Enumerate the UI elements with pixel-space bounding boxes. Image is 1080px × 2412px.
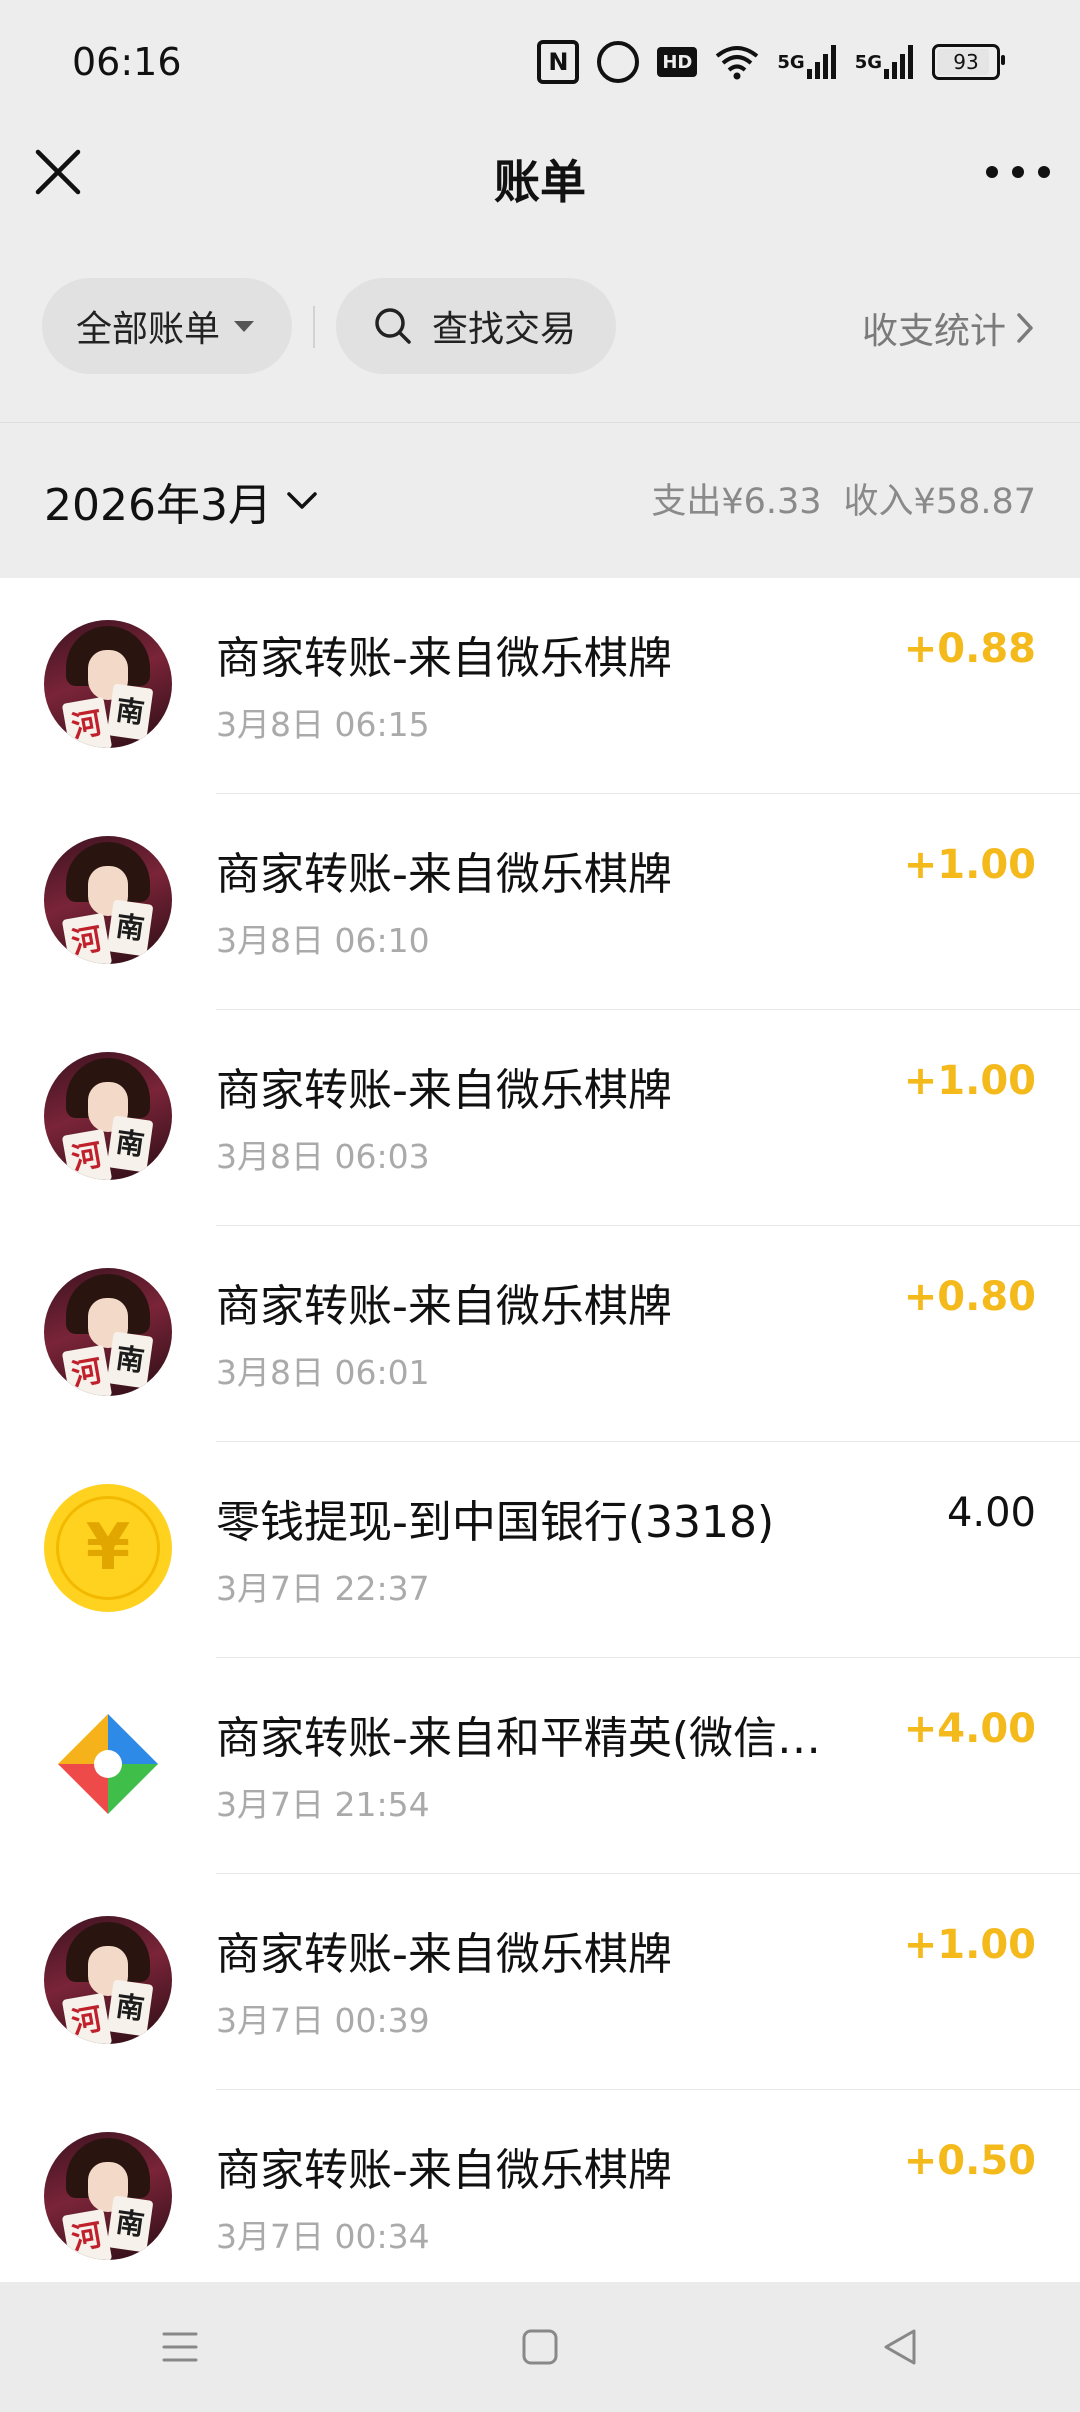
transaction-amount: 4.00 — [946, 1490, 1036, 1536]
transaction-amount: +4.00 — [903, 1706, 1036, 1752]
mahjong-tile-he: 河 — [61, 2208, 113, 2260]
transaction-amount: +1.00 — [903, 1922, 1036, 1968]
transaction-title: 零钱提现-到中国银行(3318) — [216, 1497, 775, 1548]
battery-icon: 93 — [932, 44, 1005, 80]
transaction-amount: +1.00 — [903, 1058, 1036, 1104]
transaction-date: 3月8日 06:10 — [216, 921, 430, 960]
transaction-amount: +0.80 — [903, 1274, 1036, 1320]
status-icons: N HD 5G 5G 93 — [537, 40, 1005, 84]
mahjong-tile-nan: 南 — [106, 2195, 154, 2253]
stats-label: 收支统计 — [861, 311, 1006, 352]
transaction-date: 3月7日 00:39 — [216, 2001, 430, 2040]
game-logo-icon — [44, 1700, 172, 1828]
mahjong-tile-he: 河 — [61, 1344, 113, 1396]
all-bills-dropdown[interactable]: 全部账单 — [42, 278, 292, 374]
mahjong-tile-nan: 南 — [106, 683, 154, 741]
month-selector[interactable]: 2026年3月 — [44, 469, 318, 533]
transaction-date: 3月7日 22:37 — [216, 1569, 430, 1608]
divider — [313, 306, 315, 348]
merchant-avatar-game: 河南 — [44, 2132, 172, 2260]
chevron-down-icon — [287, 492, 317, 509]
battery-level: 93 — [953, 50, 979, 74]
system-navigation-bar — [0, 2282, 1080, 2412]
transaction-date: 3月7日 00:34 — [216, 2217, 430, 2256]
mahjong-tile-he: 河 — [61, 1128, 113, 1180]
transaction-date: 3月7日 21:54 — [216, 1785, 430, 1824]
merchant-avatar-game: 河南 — [44, 1052, 172, 1180]
menu-icon[interactable] — [110, 2307, 250, 2387]
transaction-amount: +0.88 — [903, 626, 1036, 672]
month-label: 2026年3月 — [44, 480, 272, 531]
transaction-row[interactable]: 河南商家转账-来自微乐棋牌 3月8日 06:03 +1.00 — [0, 1010, 1080, 1226]
transaction-title: 商家转账-来自微乐棋牌 — [216, 849, 672, 900]
filter-bar: 全部账单 查找交易 收支统计 — [0, 278, 1080, 378]
month-totals: 支出¥6.33 收入¥58.87 — [651, 473, 1036, 524]
merchant-avatar-game: 河南 — [44, 1916, 172, 2044]
transaction-title: 商家转账-来自和平精英(微信… — [216, 1713, 822, 1764]
mahjong-tile-he: 河 — [61, 696, 113, 748]
transaction-date: 3月8日 06:15 — [216, 705, 430, 744]
search-icon — [375, 308, 411, 344]
mahjong-tile-nan: 南 — [106, 1331, 154, 1389]
home-square-icon[interactable] — [470, 2307, 610, 2387]
search-label: 查找交易 — [432, 309, 577, 350]
transaction-amount: +0.50 — [903, 2138, 1036, 2184]
transaction-date: 3月8日 06:03 — [216, 1137, 430, 1176]
yuan-coin-icon: ¥ — [44, 1484, 172, 1612]
merchant-avatar-game: 河南 — [44, 1268, 172, 1396]
nfc-icon: N — [537, 40, 580, 84]
transaction-list: 河南商家转账-来自微乐棋牌 3月8日 06:15 +0.88 河南商家转账-来自微乐棋… — [0, 578, 1080, 2282]
transaction-title: 商家转账-来自微乐棋牌 — [216, 2145, 672, 2196]
transaction-title: 商家转账-来自微乐棋牌 — [216, 633, 672, 684]
back-triangle-icon[interactable] — [830, 2307, 970, 2387]
transaction-row[interactable]: 河南商家转账-来自微乐棋牌 3月8日 06:01 +0.80 — [0, 1226, 1080, 1442]
more-options-icon[interactable] — [986, 150, 1050, 194]
title-bar: 账单 — [0, 124, 1080, 220]
page-title: 账单 — [494, 155, 586, 209]
income-expense-stats-link[interactable]: 收支统计 — [862, 302, 1034, 354]
search-transactions-button[interactable]: 查找交易 — [336, 278, 616, 374]
transaction-row[interactable]: ¥ 零钱提现-到中国银行(3318) 3月7日 22:37 4.00 — [0, 1442, 1080, 1658]
transaction-row[interactable]: 河南商家转账-来自微乐棋牌 3月7日 00:39 +1.00 — [0, 1874, 1080, 2090]
transaction-title: 商家转账-来自微乐棋牌 — [216, 1929, 672, 1980]
transaction-title: 商家转账-来自微乐棋牌 — [216, 1281, 672, 1332]
transaction-amount: +1.00 — [903, 842, 1036, 888]
mahjong-tile-he: 河 — [61, 912, 113, 964]
transaction-row[interactable]: 商家转账-来自和平精英(微信… 3月7日 21:54 +4.00 — [0, 1658, 1080, 1874]
alarm-icon — [597, 41, 640, 83]
yuan-symbol: ¥ — [56, 1496, 160, 1600]
signal-5g-label: 5G — [777, 51, 805, 73]
status-time: 06:16 — [72, 40, 182, 84]
mahjong-tile-nan: 南 — [106, 1115, 154, 1173]
status-bar: 06:16 N HD 5G 5G 93 — [0, 0, 1080, 124]
merchant-avatar-game: 河南 — [44, 620, 172, 748]
income-total: 收入¥58.87 — [843, 482, 1036, 522]
transaction-row[interactable]: 河南商家转账-来自微乐棋牌 3月8日 06:15 +0.88 — [0, 578, 1080, 794]
chevron-right-icon — [1017, 313, 1033, 343]
dropdown-caret-icon — [234, 320, 255, 332]
hd-voice-icon: HD — [657, 47, 698, 77]
all-bills-label: 全部账单 — [76, 309, 221, 350]
signal-5g-icon: 5G — [777, 42, 836, 82]
mahjong-tile-nan: 南 — [106, 1979, 154, 2037]
transaction-row[interactable]: 河南商家转账-来自微乐棋牌 3月8日 06:10 +1.00 — [0, 794, 1080, 1010]
month-summary-bar: 2026年3月 支出¥6.33 收入¥58.87 — [0, 422, 1080, 578]
transaction-date: 3月8日 06:01 — [216, 1353, 430, 1392]
transaction-title: 商家转账-来自微乐棋牌 — [216, 1065, 672, 1116]
expense-total: 支出¥6.33 — [651, 482, 822, 522]
wifi-icon — [715, 42, 759, 82]
signal-5g-label-2: 5G — [854, 51, 882, 73]
colored-logo-icon — [58, 1714, 158, 1814]
transaction-row[interactable]: 河南商家转账-来自微乐棋牌 3月7日 00:34 +0.50 — [0, 2090, 1080, 2282]
mahjong-tile-he: 河 — [61, 1992, 113, 2044]
merchant-avatar-game: 河南 — [44, 836, 172, 964]
signal-5g-icon-2: 5G — [855, 42, 914, 82]
mahjong-tile-nan: 南 — [106, 899, 154, 957]
